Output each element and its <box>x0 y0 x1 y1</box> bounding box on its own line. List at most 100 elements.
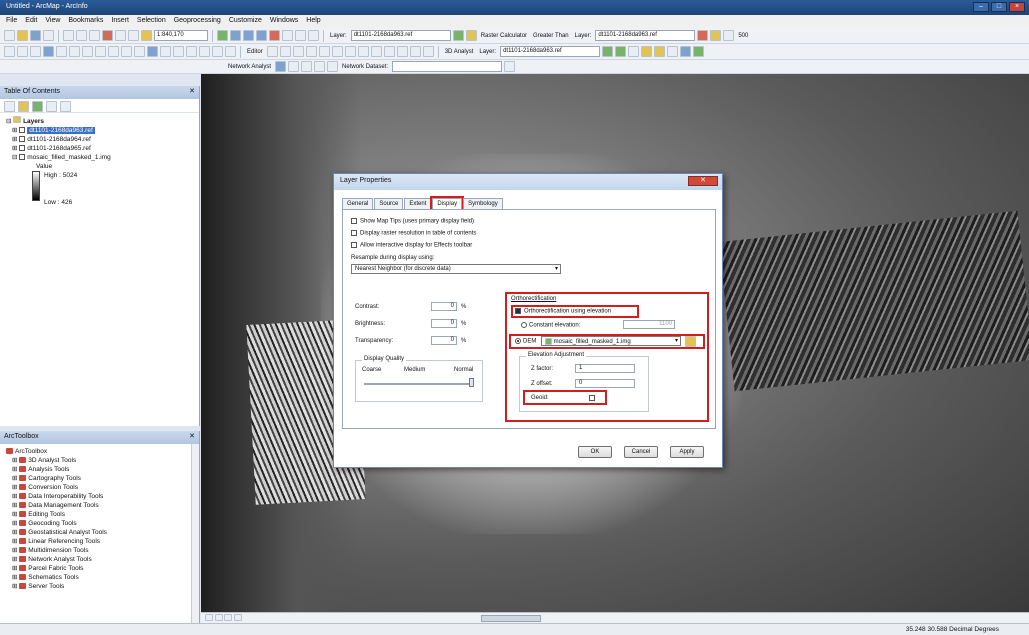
menu-item-bookmarks[interactable]: Bookmarks <box>68 17 103 26</box>
straight-segment-icon[interactable] <box>279 46 291 57</box>
toolbox-item[interactable]: ⊞ Schematics Tools <box>6 573 193 582</box>
open-icon[interactable] <box>17 30 28 41</box>
select-features-icon[interactable] <box>108 46 119 57</box>
toolbox-item[interactable]: ⊞ Analysis Tools <box>6 465 193 474</box>
list-by-drawing-order-icon[interactable] <box>4 101 15 112</box>
quality-slider-track[interactable] <box>364 383 474 385</box>
expand-icon[interactable]: ⊞ <box>12 565 19 572</box>
sun-icon[interactable] <box>710 30 722 41</box>
fixed-zoom-out-icon[interactable] <box>69 46 80 57</box>
tab-display[interactable]: Display <box>430 196 465 211</box>
toolbox-item[interactable]: ⊞ Server Tools <box>6 582 193 591</box>
apply-button[interactable]: Apply <box>670 446 704 458</box>
zoom-value[interactable]: 500 <box>736 33 750 39</box>
endpoint-arc-icon[interactable] <box>292 46 304 57</box>
layer-item-3[interactable]: ⊟ mosaic_filled_masked_1.img <box>6 153 193 162</box>
expand-icon[interactable]: ⊞ <box>12 529 19 536</box>
toolbox-item[interactable]: ⊞ Linear Referencing Tools <box>6 537 193 546</box>
network-analyst-window-icon[interactable] <box>275 61 287 72</box>
menu-item-insert[interactable]: Insert <box>111 17 129 26</box>
list-by-selection-icon[interactable] <box>46 101 57 112</box>
toolbox-root[interactable]: ArcToolbox <box>6 447 193 456</box>
expand-icon[interactable]: ⊞ <box>12 475 19 482</box>
edit-vertices-icon[interactable] <box>331 46 343 57</box>
layer-item-2[interactable]: ⊞ dt1101-2168da965.ref <box>6 144 193 153</box>
toolbox-item[interactable]: ⊞ 3D Analyst Tools <box>6 456 193 465</box>
expand-icon[interactable]: ⊞ <box>12 583 19 590</box>
measure-icon[interactable] <box>173 46 184 57</box>
layer-visibility-checkbox[interactable] <box>19 127 26 134</box>
constant-elevation-radio[interactable]: Constant elevation: <box>521 322 580 329</box>
menu-item-selection[interactable]: Selection <box>137 17 166 26</box>
layer-visibility-checkbox[interactable] <box>19 145 26 152</box>
build-network-icon[interactable] <box>504 61 516 72</box>
list-by-source-icon[interactable] <box>18 101 29 112</box>
split-icon[interactable] <box>370 46 382 57</box>
create-features-icon[interactable] <box>422 46 434 57</box>
table-of-contents-icon[interactable] <box>230 30 241 41</box>
attributes-icon[interactable] <box>396 46 408 57</box>
layer-item-0[interactable]: ⊞ dt1101-2168da963.ref <box>6 126 193 135</box>
tab-general[interactable]: General <box>342 198 374 209</box>
zoom-in-icon[interactable] <box>4 46 15 57</box>
find-icon[interactable] <box>160 46 171 57</box>
ok-button[interactable]: OK <box>578 446 612 458</box>
copy-icon[interactable] <box>76 30 87 41</box>
menu-item-windows[interactable]: Windows <box>270 17 298 26</box>
expand-icon[interactable]: ⊞ <box>12 538 19 545</box>
ortho-elevation-checkbox[interactable]: Orthorectification using elevation <box>515 308 611 315</box>
layout-view-icon[interactable] <box>214 614 223 621</box>
profile-graph-icon[interactable] <box>667 46 679 57</box>
toolbox-item[interactable]: ⊞ Editing Tools <box>6 510 193 519</box>
create-viewer-icon[interactable] <box>225 46 236 57</box>
interactive-display-checkbox[interactable]: Allow interactive display for Effects to… <box>351 242 472 249</box>
tab-symbology[interactable]: Symbology <box>463 198 503 209</box>
toolbox-item[interactable]: ⊞ Data Interoperability Tools <box>6 492 193 501</box>
record-icon[interactable] <box>697 30 709 41</box>
menu-item-file[interactable]: File <box>6 17 17 26</box>
options-icon[interactable] <box>60 101 71 112</box>
list-by-visibility-icon[interactable] <box>32 101 43 112</box>
paste-icon[interactable] <box>89 30 100 41</box>
identify-icon[interactable] <box>147 46 158 57</box>
radio-button[interactable] <box>515 338 521 344</box>
print-icon[interactable] <box>43 30 54 41</box>
cut-icon[interactable] <box>63 30 74 41</box>
transparency-input[interactable]: 0 <box>431 336 457 345</box>
scale-combo[interactable]: 1:840,170 <box>154 30 208 41</box>
pan-icon[interactable] <box>30 46 41 57</box>
3d-analyst-menu[interactable]: 3D Analyst <box>443 49 476 55</box>
time-slider-icon[interactable] <box>212 46 223 57</box>
cancel-button[interactable]: Cancel <box>624 446 658 458</box>
editor-toolbar-icon[interactable] <box>217 30 228 41</box>
cut-polygons-icon[interactable] <box>357 46 369 57</box>
toolbox-item[interactable]: ⊞ Data Management Tools <box>6 501 193 510</box>
checkbox-box[interactable] <box>351 242 357 248</box>
arctoolbox-icon[interactable] <box>269 30 280 41</box>
python-icon[interactable] <box>282 30 293 41</box>
edit-tool-icon[interactable] <box>266 46 278 57</box>
add-data-icon[interactable] <box>141 30 152 41</box>
catalog-icon[interactable] <box>243 30 254 41</box>
toolbox-scrollbar[interactable] <box>191 444 199 623</box>
toolbox-item[interactable]: ⊞ Multidimension Tools <box>6 546 193 555</box>
search-window-icon[interactable] <box>256 30 267 41</box>
layer-visibility-checkbox[interactable] <box>19 154 26 161</box>
expand-icon[interactable]: ⊞ <box>12 484 19 491</box>
fixed-zoom-in-icon[interactable] <box>56 46 67 57</box>
contour-icon[interactable] <box>602 46 614 57</box>
steepest-path-icon[interactable] <box>615 46 627 57</box>
raster-icon[interactable] <box>465 30 477 41</box>
brightness-input[interactable]: 0 <box>431 319 457 328</box>
expand-icon[interactable]: ⊞ <box>12 520 19 527</box>
maximize-button[interactable]: □ <box>991 2 1007 12</box>
layers-root[interactable]: ⊟ Layers <box>6 116 193 126</box>
zoffset-input[interactable]: 0 <box>575 379 635 388</box>
close-window-button[interactable]: × <box>1009 2 1025 12</box>
expand-icon[interactable]: ⊞ <box>12 511 19 518</box>
layer-item-1[interactable]: ⊞ dt1101-2168da964.ref <box>6 135 193 144</box>
editor-menu[interactable]: Editor <box>245 49 265 55</box>
close-panel-icon[interactable]: ✕ <box>189 432 195 440</box>
greater-than-button[interactable]: Greater Than <box>531 33 571 39</box>
toolbox-item[interactable]: ⊞ Conversion Tools <box>6 483 193 492</box>
